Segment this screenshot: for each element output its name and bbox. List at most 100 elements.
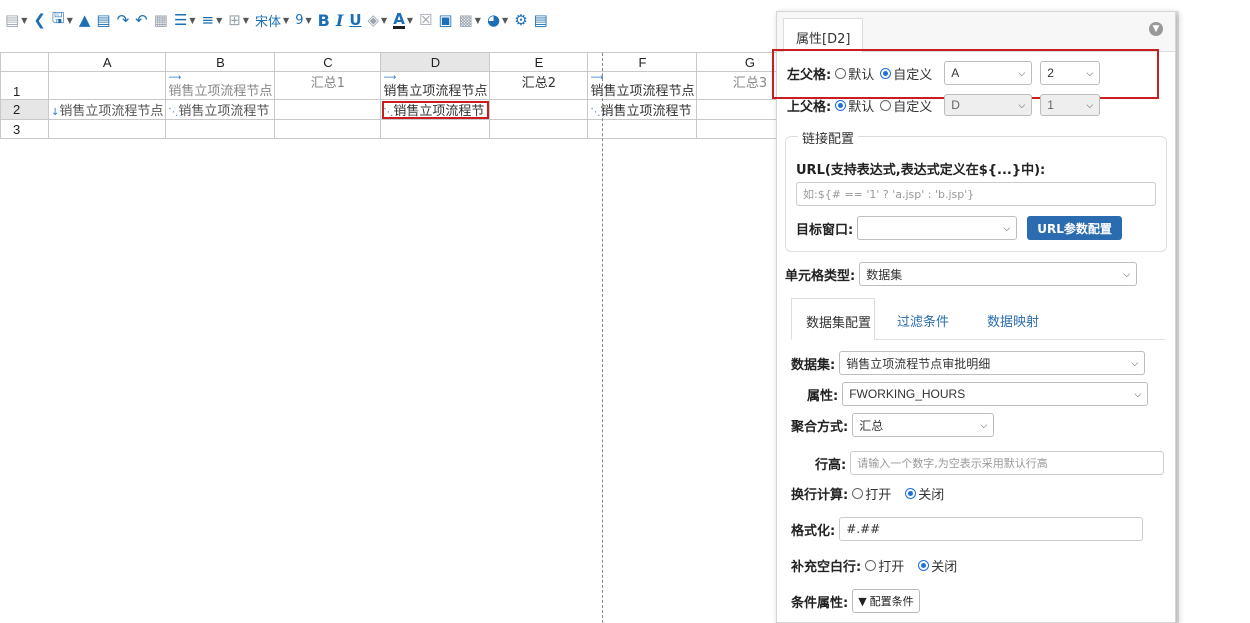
cell[interactable]: 汇总1 bbox=[274, 71, 382, 100]
left-parent-row-select[interactable]: 2 ⌵ bbox=[1040, 61, 1101, 85]
crossed-arrows-icon: ⋱ bbox=[383, 107, 394, 118]
undo-icon[interactable]: ↶ bbox=[132, 8, 151, 32]
left-parent-custom-radio[interactable]: 自定义 bbox=[880, 64, 932, 83]
document-icon[interactable]: ▤ bbox=[93, 8, 113, 32]
cell[interactable] bbox=[489, 119, 589, 139]
image-icon[interactable]: ▣ bbox=[435, 8, 455, 32]
clear-icon[interactable]: ☒ bbox=[416, 8, 435, 32]
cell[interactable] bbox=[47, 71, 167, 100]
save-icon[interactable]: 🖫 ▼ bbox=[49, 8, 76, 32]
corner-cell[interactable] bbox=[0, 52, 49, 72]
column-header[interactable]: E bbox=[489, 52, 589, 72]
expand-right-icon: ⟶ bbox=[383, 73, 397, 83]
column-header[interactable]: D bbox=[380, 52, 491, 72]
table-row: 3 bbox=[0, 119, 804, 139]
border-icon[interactable]: ⊞ ▼ bbox=[225, 8, 252, 32]
column-header[interactable]: C bbox=[274, 52, 382, 72]
tab-properties[interactable]: 属性[D2] bbox=[783, 18, 863, 53]
cell[interactable] bbox=[489, 99, 589, 120]
cell[interactable]: ⋱销售立项流程节 bbox=[165, 99, 276, 120]
fill-blank-on-radio[interactable]: 打开 bbox=[865, 556, 904, 575]
config-condition-button[interactable]: ▼ 配置条件 bbox=[852, 589, 920, 613]
preview-icon[interactable]: ▤ ▼ bbox=[2, 8, 30, 32]
top-parent-custom-radio[interactable]: 自定义 bbox=[880, 96, 932, 115]
format-input[interactable]: #.## bbox=[839, 517, 1144, 541]
dataset-select[interactable]: 销售立项流程节点审批明细 ⌵ bbox=[839, 351, 1146, 375]
cell[interactable]: ⟶ 销售立项流程节点 bbox=[165, 71, 276, 100]
column-header[interactable]: B bbox=[165, 52, 276, 72]
top-parent-default-radio[interactable]: 默认 bbox=[835, 96, 874, 115]
share-icon[interactable]: ❮ bbox=[30, 8, 49, 32]
link-config-group: 链接配置 URL(支持表达式,表达式定义在${...}中): 如:${# == … bbox=[785, 128, 1167, 252]
cell[interactable] bbox=[274, 119, 382, 139]
vertical-align-icon[interactable]: ☰ ▼ bbox=[171, 8, 199, 32]
left-parent-default-radio[interactable]: 默认 bbox=[835, 64, 874, 83]
expand-right-icon: ⟶ bbox=[590, 73, 604, 83]
top-parent-row: 上父格: 默认 自定义 D ⌵ 1 ⌵ bbox=[787, 94, 1101, 116]
column-header[interactable]: A bbox=[47, 52, 167, 72]
list-icon[interactable]: ▤ bbox=[531, 8, 551, 32]
folder-icon[interactable]: ▲ bbox=[76, 8, 94, 32]
cell-type-select[interactable]: 数据集 ⌵ bbox=[859, 262, 1138, 286]
cell[interactable]: 汇总2 bbox=[489, 71, 589, 100]
qrcode-icon[interactable]: ▩ ▼ bbox=[456, 8, 484, 32]
row-header[interactable]: 1 bbox=[0, 71, 49, 100]
config-tabs: 数据集配置 过滤条件 数据映射 bbox=[791, 298, 1165, 340]
aggregate-label: 聚合方式: bbox=[791, 419, 849, 435]
left-parent-column-select[interactable]: A ⌵ bbox=[944, 61, 1033, 85]
link-config-legend: 链接配置 bbox=[798, 128, 859, 147]
target-window-select[interactable]: ⌵ bbox=[857, 216, 1018, 240]
font-color-button[interactable]: A ▼ bbox=[390, 8, 416, 32]
cell[interactable] bbox=[47, 119, 167, 139]
row-header[interactable]: 2 bbox=[0, 99, 49, 120]
wrap-calc-off-radio[interactable]: 关闭 bbox=[905, 484, 944, 503]
cell-text: 销售立项流程节点 bbox=[59, 104, 164, 119]
cell-type-row: 单元格类型: 数据集 ⌵ bbox=[785, 262, 1138, 286]
column-header[interactable]: F bbox=[587, 52, 698, 72]
cell[interactable] bbox=[380, 119, 491, 139]
fill-color-icon[interactable]: ◈ ▼ bbox=[365, 8, 391, 32]
fill-blank-label: 补充空白行: bbox=[791, 560, 862, 575]
font-size-select[interactable]: 9 ▼ bbox=[292, 8, 314, 32]
url-input[interactable]: 如:${# == '1' ? 'a.jsp' : 'b.jsp'} bbox=[796, 182, 1156, 206]
cell[interactable]: ⋱销售立项流程节 bbox=[587, 99, 698, 120]
attribute-row: 属性: FWORKING_HOURS ⌵ bbox=[807, 382, 1149, 406]
tab-dataset-config[interactable]: 数据集配置 bbox=[791, 298, 875, 340]
top-parent-row-select[interactable]: 1 ⌵ bbox=[1040, 94, 1101, 116]
selected-cell[interactable]: ⋱销售立项流程节 bbox=[380, 99, 491, 120]
cell[interactable]: ⟶ 销售立项流程节点 bbox=[587, 71, 698, 100]
row-header[interactable]: 3 bbox=[0, 119, 49, 139]
chart-icon[interactable]: ◕ ▼ bbox=[484, 8, 511, 32]
toolbar: ▤ ▼ ❮ 🖫 ▼ ▲ ▤ ↷ ↶ ▦ ☰ ▼ ≡ ▼ ⊞ ▼ 宋体 ▼ 9 ▼ B I U … bbox=[0, 0, 770, 40]
aggregate-select[interactable]: 汇总 ⌵ bbox=[852, 413, 995, 437]
cell-text: 销售立项流程节 bbox=[600, 104, 692, 119]
bold-button[interactable]: B bbox=[315, 8, 333, 32]
url-param-config-button[interactable]: URL参数配置 bbox=[1027, 216, 1122, 240]
expand-right-icon: ⟶ bbox=[168, 73, 182, 83]
tab-data-mapping[interactable]: 数据映射 bbox=[987, 298, 1039, 340]
cell[interactable]: ⟶ 销售立项流程节点 bbox=[380, 71, 491, 100]
horizontal-align-icon[interactable]: ≡ ▼ bbox=[199, 8, 226, 32]
underline-button[interactable]: U bbox=[346, 8, 364, 32]
tab-filter-conditions[interactable]: 过滤条件 bbox=[897, 298, 949, 340]
cell[interactable] bbox=[165, 119, 276, 139]
attribute-select[interactable]: FWORKING_HOURS ⌵ bbox=[842, 382, 1149, 406]
merge-cells-icon[interactable]: ▦ bbox=[151, 8, 171, 32]
row-height-label: 行高: bbox=[815, 457, 847, 473]
panel-header: 属性[D2] ▼ bbox=[777, 12, 1175, 53]
crossed-arrows-icon: ⋱ bbox=[590, 107, 601, 118]
top-parent-column-select[interactable]: D ⌵ bbox=[944, 94, 1033, 116]
font-family-select[interactable]: 宋体 ▼ bbox=[252, 8, 292, 32]
cell[interactable] bbox=[274, 99, 382, 120]
dataset-row: 数据集: 销售立项流程节点审批明细 ⌵ bbox=[791, 351, 1146, 375]
italic-button[interactable]: I bbox=[333, 8, 346, 32]
top-parent-label: 上父格: bbox=[787, 99, 832, 115]
wrap-calc-on-radio[interactable]: 打开 bbox=[852, 484, 891, 503]
settings-icon[interactable]: ⚙ bbox=[511, 8, 530, 32]
fill-blank-off-radio[interactable]: 关闭 bbox=[918, 556, 957, 575]
redo-icon[interactable]: ↷ bbox=[114, 8, 133, 32]
row-height-input[interactable]: 请输入一个数字,为空表示采用默认行高 bbox=[850, 451, 1165, 475]
collapse-icon[interactable]: ▼ bbox=[1149, 22, 1163, 36]
cell[interactable] bbox=[587, 119, 698, 139]
cell[interactable]: ↓销售立项流程节点 bbox=[47, 99, 167, 120]
